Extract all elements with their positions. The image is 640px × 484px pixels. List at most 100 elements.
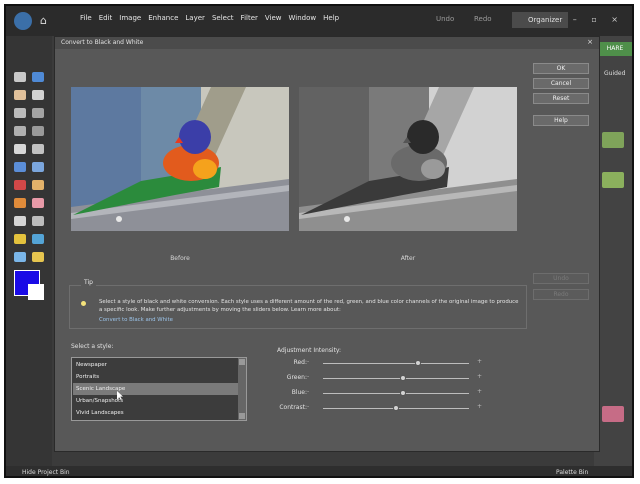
status-bar: Hide Project Bin Palette Bin <box>6 466 632 476</box>
style-list-scrollbar[interactable] <box>238 358 246 420</box>
cancel-button[interactable]: Cancel <box>533 78 589 89</box>
menu-image[interactable]: Image <box>119 14 141 22</box>
paint-bucket-icon[interactable] <box>32 234 44 244</box>
thumbnail-2[interactable] <box>602 172 624 188</box>
menu-layer[interactable]: Layer <box>185 14 205 22</box>
hand-tool-icon[interactable] <box>14 90 26 100</box>
before-label: Before <box>170 255 190 262</box>
eraser-icon[interactable] <box>32 198 44 208</box>
crop-tool-icon[interactable] <box>32 144 44 154</box>
main-menu: File Edit Image Enhance Layer Select Fil… <box>80 14 339 22</box>
slider-green-label: Green: <box>286 374 307 381</box>
cookie-cutter-icon[interactable] <box>14 162 26 172</box>
smart-brush-icon[interactable] <box>32 216 44 226</box>
organizer-button[interactable]: Organizer <box>512 12 568 28</box>
menu-filter[interactable]: Filter <box>241 14 258 22</box>
hide-project-bin-button[interactable]: Hide Project Bin <box>22 469 70 476</box>
menu-select[interactable]: Select <box>212 14 234 22</box>
background-color-swatch[interactable] <box>28 284 44 300</box>
toolbox <box>6 36 52 470</box>
menu-view[interactable]: View <box>265 14 282 22</box>
lightbulb-icon <box>81 301 86 306</box>
help-button[interactable]: Help <box>533 115 589 126</box>
ok-button[interactable]: OK <box>533 63 589 74</box>
type-tool-icon[interactable] <box>14 144 26 154</box>
style-list[interactable]: Newspaper Portraits Scenic Landscape Urb… <box>71 357 247 421</box>
slider-green-track[interactable] <box>323 378 469 379</box>
tip-text: Select a style of black and white conver… <box>99 299 519 313</box>
straighten-tool-icon[interactable] <box>32 162 44 172</box>
redo-button[interactable]: Redo <box>474 15 492 23</box>
menu-edit[interactable]: Edit <box>99 14 113 22</box>
scroll-down-icon[interactable] <box>239 413 245 419</box>
style-item-vivid-landscapes[interactable]: Vivid Landscapes <box>73 407 239 419</box>
slider-blue-track[interactable] <box>323 393 469 394</box>
selection-brush-icon[interactable] <box>32 126 44 136</box>
dialog-redo-button[interactable]: Redo <box>533 289 589 300</box>
slider-red-minus: - <box>307 358 310 365</box>
thumbnail-3[interactable] <box>602 406 624 422</box>
after-preview-image <box>299 87 517 231</box>
menu-help[interactable]: Help <box>323 14 339 22</box>
style-label: Select a style: <box>71 343 114 350</box>
style-item-newspaper[interactable]: Newspaper <box>73 359 239 371</box>
tab-share[interactable]: HARE <box>594 42 632 56</box>
slider-green-thumb[interactable] <box>400 375 407 381</box>
dialog-title: Convert to Black and White <box>61 39 144 46</box>
gradient-tool-icon[interactable] <box>14 234 26 244</box>
brush-tool-icon[interactable] <box>14 216 26 226</box>
dialog-undo-button[interactable]: Undo <box>533 273 589 284</box>
slider-red-plus: + <box>477 358 483 365</box>
blur-tool-icon[interactable] <box>14 252 26 262</box>
zoom-tool-icon[interactable] <box>32 72 44 82</box>
after-label: After <box>400 255 416 262</box>
magic-wand-icon[interactable] <box>14 126 26 136</box>
undo-button[interactable]: Undo <box>436 15 454 23</box>
scroll-up-icon[interactable] <box>239 359 245 365</box>
menu-window[interactable]: Window <box>289 14 317 22</box>
menu-file[interactable]: File <box>80 14 92 22</box>
palette-bin-button[interactable]: Palette Bin <box>556 469 588 476</box>
slider-green-minus: - <box>307 373 310 380</box>
slider-blue-minus: - <box>307 388 310 395</box>
home-icon[interactable]: ⌂ <box>40 14 54 27</box>
slider-contrast-plus: + <box>477 403 483 410</box>
eyedropper-icon[interactable] <box>32 90 44 100</box>
app-logo-icon <box>14 12 32 30</box>
move-tool-icon[interactable] <box>14 72 26 82</box>
thumbnail-1[interactable] <box>602 132 624 148</box>
marquee-tool-icon[interactable] <box>14 108 26 118</box>
clone-stamp-icon[interactable] <box>14 198 26 208</box>
slider-blue-label: Blue: <box>291 389 307 396</box>
slider-green-plus: + <box>477 373 483 380</box>
reset-button[interactable]: Reset <box>533 93 589 104</box>
app-window: ⌂ File Edit Image Enhance Layer Select F… <box>4 4 634 478</box>
palette-bin: HARE Guided <box>594 36 632 470</box>
slider-blue-thumb[interactable] <box>400 390 407 396</box>
style-item-portraits[interactable]: Portraits <box>73 371 239 383</box>
dialog-title-bar: Convert to Black and White × <box>55 37 599 49</box>
sponge-tool-icon[interactable] <box>32 252 44 262</box>
learn-more-link[interactable]: Convert to Black and White <box>99 317 173 323</box>
slider-red-thumb[interactable] <box>414 360 421 366</box>
style-item-scenic-landscape[interactable]: Scenic Landscape <box>73 383 239 395</box>
slider-contrast-label: Contrast: <box>279 404 307 411</box>
style-item-urban-snapshots[interactable]: Urban/Snapshots <box>73 395 239 407</box>
slider-red-label: Red: <box>293 359 307 366</box>
tip-title: Tip <box>81 279 96 286</box>
slider-red-track[interactable] <box>323 363 469 364</box>
menu-bar: ⌂ File Edit Image Enhance Layer Select F… <box>6 6 632 36</box>
adjustment-intensity-label: Adjustment Intensity: <box>277 347 342 354</box>
dialog-close-icon[interactable]: × <box>587 38 593 46</box>
convert-bw-dialog: Convert to Black and White × Before Afte… <box>54 36 600 452</box>
healing-brush-icon[interactable] <box>32 180 44 190</box>
slider-contrast-minus: - <box>307 403 310 410</box>
red-eye-icon[interactable] <box>14 180 26 190</box>
window-controls[interactable]: – ▫ × <box>573 15 624 24</box>
slider-blue-plus: + <box>477 388 483 395</box>
slider-contrast-thumb[interactable] <box>393 405 399 411</box>
tab-guided[interactable]: Guided <box>604 70 625 77</box>
menu-enhance[interactable]: Enhance <box>148 14 178 22</box>
menubar-right: Undo Redo Organizer – ▫ × <box>422 12 632 32</box>
lasso-tool-icon[interactable] <box>32 108 44 118</box>
